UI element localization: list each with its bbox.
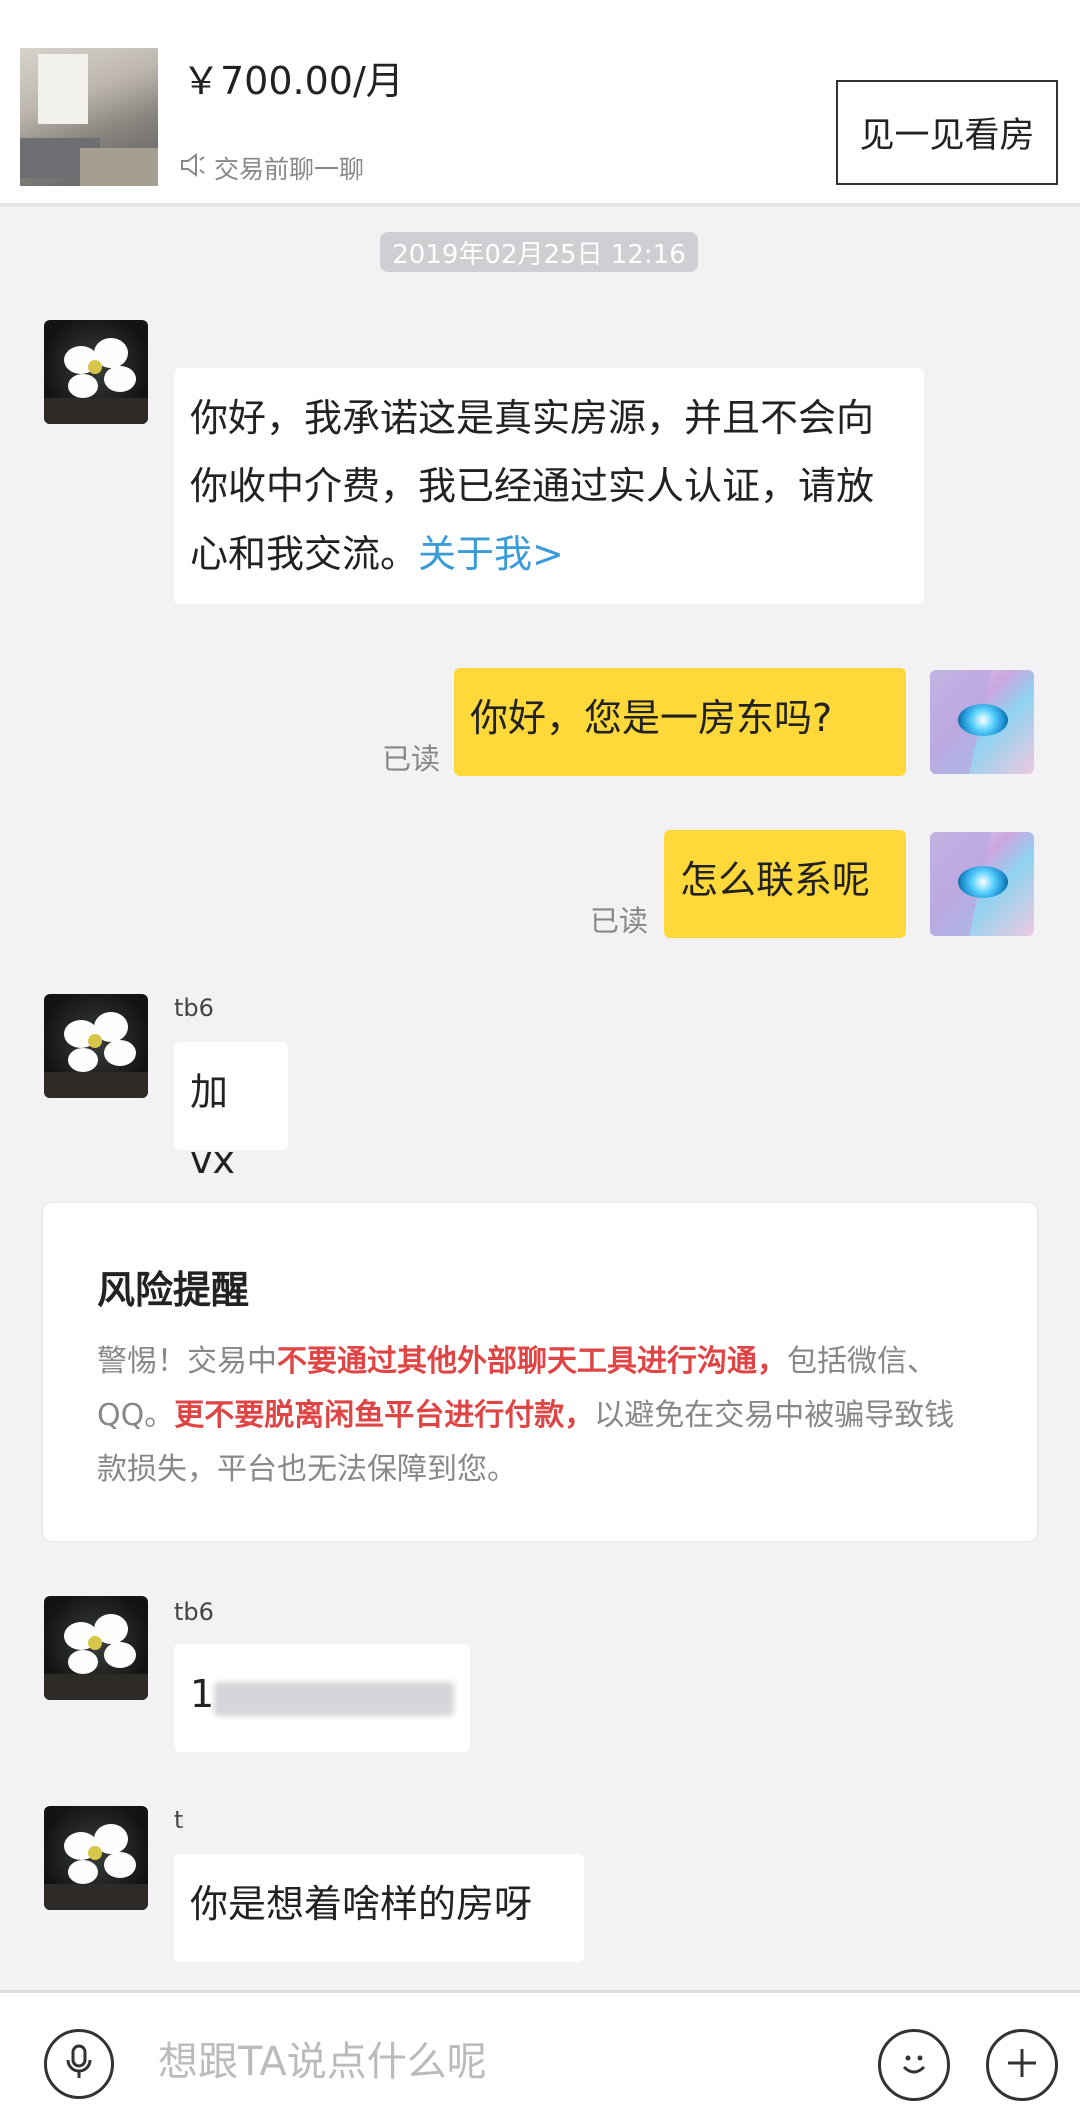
chat-hint: 交易前聊一聊 bbox=[178, 150, 364, 186]
smiley-icon bbox=[894, 2043, 934, 2087]
message-input[interactable]: 想跟TA说点什么呢 bbox=[158, 2029, 487, 2087]
seller-avatar[interactable] bbox=[44, 994, 148, 1098]
plus-icon bbox=[1002, 2043, 1042, 2087]
chat-hint-label: 交易前聊一聊 bbox=[214, 155, 365, 184]
timestamp: 2019年02月25日 12:16 bbox=[380, 232, 698, 272]
listing-header: ￥700.00/月 交易前聊一聊 见一见看房 bbox=[0, 0, 1080, 207]
message-bubble[interactable]: 你是想着啥样的房呀 bbox=[174, 1854, 584, 1962]
plus-button[interactable] bbox=[986, 2029, 1058, 2101]
seller-avatar[interactable] bbox=[44, 1596, 148, 1700]
viewing-button[interactable]: 见一见看房 bbox=[836, 80, 1058, 185]
speaker-icon bbox=[178, 150, 208, 186]
my-avatar[interactable] bbox=[930, 832, 1034, 936]
message-bubble[interactable]: 1 bbox=[174, 1644, 470, 1752]
listing-price: ￥700.00/月 bbox=[182, 59, 404, 103]
listing-thumbnail[interactable] bbox=[20, 48, 158, 186]
emoji-button[interactable] bbox=[878, 2029, 950, 2101]
risk-warning-card: 风险提醒 警惕！交易中不要通过其他外部聊天工具进行沟通，包括微信、QQ。更不要脱… bbox=[42, 1202, 1038, 1542]
risk-title: 风险提醒 bbox=[97, 1268, 250, 1312]
seller-avatar[interactable] bbox=[44, 320, 148, 424]
my-avatar[interactable] bbox=[930, 670, 1034, 774]
message-input-bar: 想跟TA说点什么呢 bbox=[0, 1990, 1080, 2124]
microphone-icon bbox=[59, 2042, 99, 2086]
message-bubble[interactable]: 加vx bbox=[174, 1042, 288, 1182]
risk-text: 警惕！交易中不要通过其他外部聊天工具进行沟通，包括微信、QQ。更不要脱离闲鱼平台… bbox=[97, 1344, 955, 1487]
about-me-link[interactable]: 关于我> bbox=[418, 532, 564, 576]
voice-button[interactable] bbox=[44, 2029, 114, 2099]
message-bubble[interactable]: 你好，我承诺这是真实房源，并且不会向你收中介费，我已经通过实人认证，请放心和我交… bbox=[174, 368, 924, 604]
read-status: 已读 bbox=[590, 904, 649, 938]
read-status: 已读 bbox=[382, 742, 441, 776]
my-message-bubble[interactable]: 你好，您是一房东吗? bbox=[454, 668, 906, 776]
seller-name: t bbox=[174, 1806, 183, 1836]
my-message-bubble[interactable]: 怎么联系呢 bbox=[664, 830, 906, 938]
seller-name: tb6 bbox=[174, 1598, 214, 1628]
seller-avatar[interactable] bbox=[44, 1806, 148, 1910]
seller-name: tb6 bbox=[174, 994, 214, 1024]
